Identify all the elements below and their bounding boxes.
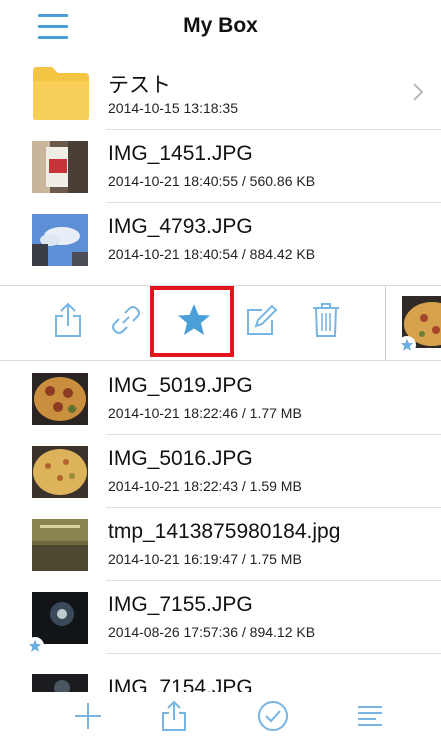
list-item[interactable]: tmp_1413875980184.jpg 2014-10-21 16:19:4… [0, 508, 441, 581]
photo-thumbnail [32, 592, 88, 644]
list-item[interactable]: IMG_5019.JPG 2014-10-21 18:22:46 / 1.77 … [0, 362, 441, 435]
row-action-bar [0, 286, 386, 360]
file-name: IMG_4793.JPG [108, 215, 253, 238]
check-circle-icon[interactable] [255, 698, 291, 734]
file-name: IMG_7155.JPG [108, 593, 253, 616]
list-item[interactable]: IMG_5016.JPG 2014-10-21 18:22:43 / 1.59 … [0, 435, 441, 508]
page-title: My Box [183, 14, 258, 37]
bottom-toolbar [0, 692, 441, 739]
photo-thumbnail [32, 446, 88, 498]
list-item[interactable]: IMG_7155.JPG 2014-08-26 17:57:36 / 894.1… [0, 581, 441, 655]
file-meta: 2014-10-15 13:18:35 [108, 100, 238, 116]
share-icon[interactable] [46, 298, 90, 342]
file-name: tmp_1413875980184.jpg [108, 520, 341, 543]
list-menu-icon[interactable] [352, 698, 388, 734]
folder-icon [33, 67, 89, 120]
chevron-right-icon [413, 83, 424, 101]
file-meta: 2014-10-21 18:40:55 / 560.86 KB [108, 173, 316, 189]
file-name: IMG_7154.JPG [108, 676, 253, 692]
file-name: テスト [108, 74, 171, 97]
photo-thumbnail [32, 141, 88, 193]
photo-thumbnail [32, 373, 88, 425]
file-meta: 2014-10-21 18:22:46 / 1.77 MB [108, 405, 302, 421]
list-item[interactable]: IMG_4793.JPG 2014-10-21 18:40:54 / 884.4… [0, 203, 441, 276]
trash-icon[interactable] [304, 298, 348, 342]
file-meta: 2014-10-21 18:40:54 / 884.42 KB [108, 246, 316, 262]
nav-bar: My Box [0, 0, 441, 56]
starred-badge-icon [398, 336, 416, 354]
file-name: IMG_5019.JPG [108, 374, 253, 397]
list-item[interactable]: IMG_1451.JPG 2014-10-21 18:40:55 / 560.8… [0, 130, 441, 203]
file-meta: 2014-08-26 17:57:36 / 894.12 KB [108, 624, 316, 640]
star-action-highlight [150, 286, 234, 357]
photo-thumbnail [32, 214, 88, 266]
upload-icon[interactable] [156, 698, 192, 734]
file-meta: 2014-10-21 18:22:43 / 1.59 MB [108, 478, 302, 494]
link-icon[interactable] [104, 298, 148, 342]
list-item[interactable]: テスト 2014-10-15 13:18:35 [0, 57, 441, 130]
photo-thumbnail [32, 674, 88, 692]
file-name: IMG_1451.JPG [108, 142, 253, 165]
plus-icon[interactable] [70, 698, 106, 734]
list-item[interactable]: IMG_7154.JPG [0, 665, 441, 692]
edit-icon[interactable] [238, 298, 282, 342]
file-name: IMG_5016.JPG [108, 447, 253, 470]
divider [106, 653, 441, 654]
starred-badge-icon [26, 637, 44, 655]
photo-thumbnail [32, 519, 88, 571]
file-meta: 2014-10-21 16:19:47 / 1.75 MB [108, 551, 302, 567]
swipe-actions-row [0, 285, 441, 361]
